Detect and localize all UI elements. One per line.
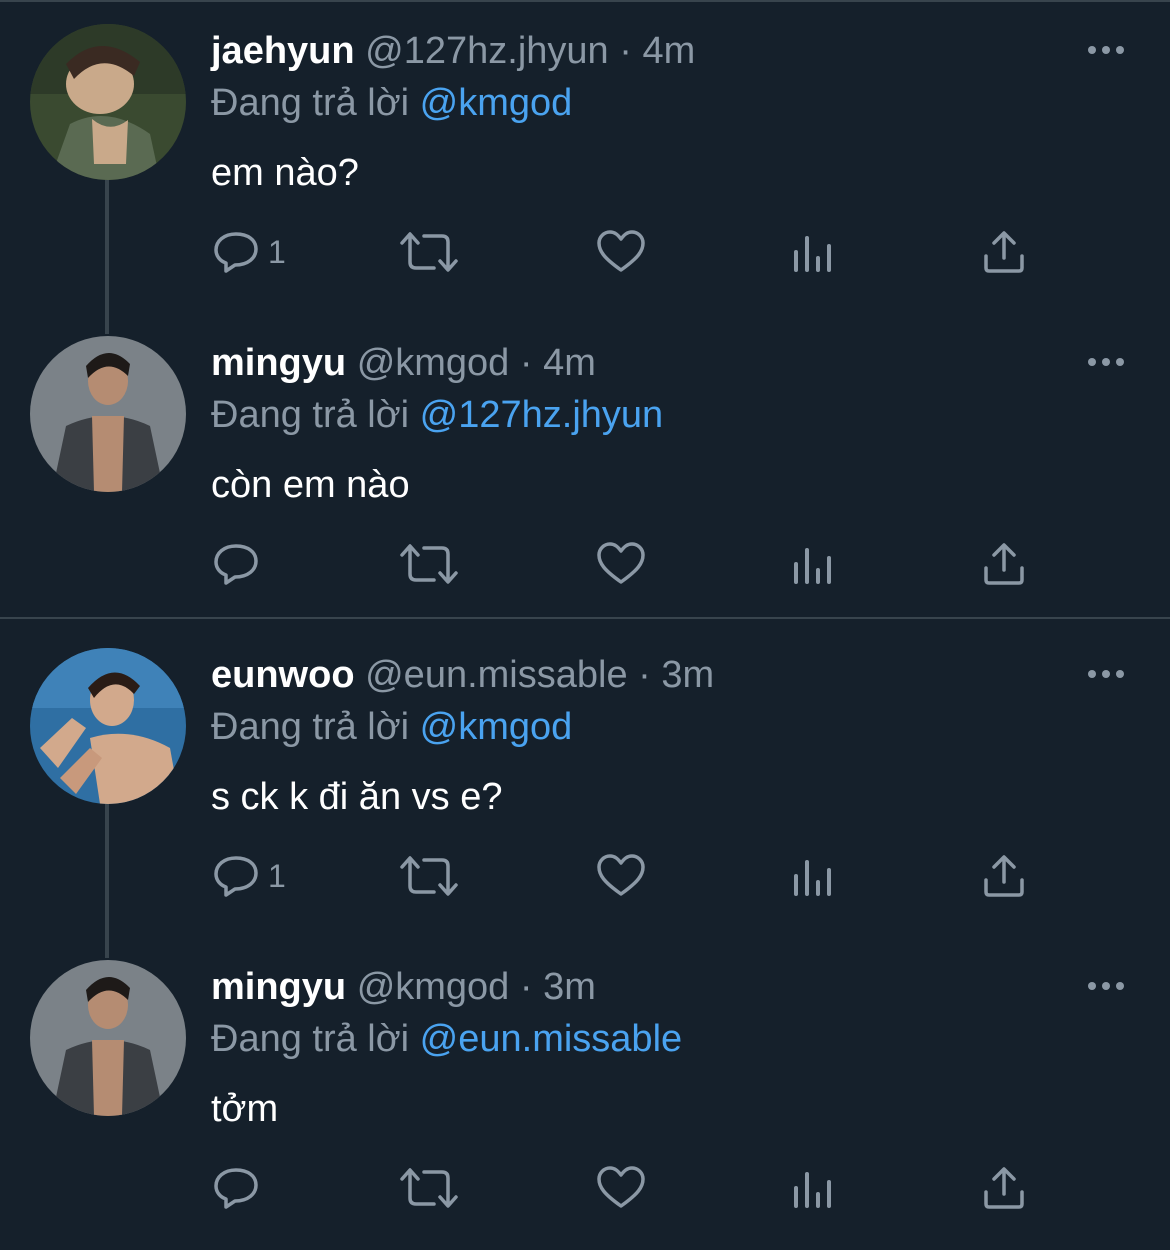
reply-icon [212,852,260,900]
like-button[interactable] [596,840,646,912]
like-button[interactable] [596,1152,646,1224]
display-name[interactable]: mingyu [211,966,346,1008]
more-icon[interactable] [1086,354,1126,370]
separator-dot: · [638,654,651,696]
tweet[interactable]: eunwoo @eun.missable · 3m Đang trả lời @… [0,626,1170,938]
display-name[interactable]: jaehyun [211,30,355,72]
tweet-header: mingyu @kmgod · 3m [211,964,596,1010]
more-icon[interactable] [1086,42,1126,58]
tweet-text: em nào? [211,152,359,194]
mention-link[interactable]: @127hz.jhyun [420,394,664,436]
reply-icon [212,540,260,588]
share-button[interactable] [982,840,1026,912]
thread-divider [0,617,1170,619]
retweet-icon [400,540,458,588]
replying-to: Đang trả lời @kmgod [211,80,572,126]
action-bar: 1 [0,840,1170,912]
display-name[interactable]: mingyu [211,342,346,384]
reply-button[interactable] [212,528,268,600]
user-handle[interactable]: @127hz.jhyun [365,30,609,72]
timestamp[interactable]: 4m [642,30,695,72]
share-icon [982,1164,1026,1212]
reply-button[interactable]: 1 [212,216,286,288]
share-icon [982,228,1026,276]
analytics-button[interactable] [792,840,834,912]
analytics-icon [792,228,834,276]
like-button[interactable] [596,528,646,600]
tweet-text: s ck k đi ăn vs e? [211,776,503,818]
analytics-button[interactable] [792,528,834,600]
tweet-header: jaehyun @127hz.jhyun · 4m [211,28,695,74]
replying-prefix: Đang trả lời [211,82,410,124]
user-handle[interactable]: @eun.missable [365,654,627,696]
reply-button[interactable] [212,1152,268,1224]
share-button[interactable] [982,528,1026,600]
display-name[interactable]: eunwoo [211,654,355,696]
retweet-icon [400,228,458,276]
tweet[interactable]: mingyu @kmgod · 3m Đang trả lời @eun.mis… [0,938,1170,1250]
reply-icon [212,1164,260,1212]
share-icon [982,540,1026,588]
timestamp[interactable]: 3m [661,654,714,696]
analytics-icon [792,852,834,900]
like-button[interactable] [596,216,646,288]
retweet-icon [400,852,458,900]
replying-to: Đang trả lời @127hz.jhyun [211,392,663,438]
reply-count: 1 [268,234,286,270]
retweet-icon [400,1164,458,1212]
retweet-button[interactable] [400,840,458,912]
user-handle[interactable]: @kmgod [357,966,510,1008]
tweet-text: tởm [211,1088,279,1130]
replying-to: Đang trả lời @eun.missable [211,1016,682,1062]
mention-link[interactable]: @kmgod [420,82,573,124]
separator-dot: · [519,966,533,1008]
replying-to: Đang trả lời @kmgod [211,704,572,750]
replying-prefix: Đang trả lời [211,1018,410,1060]
action-bar [0,528,1170,600]
tweet[interactable]: mingyu @kmgod · 4m Đang trả lời @127hz.j… [0,314,1170,626]
avatar[interactable] [30,960,186,1116]
user-handle[interactable]: @kmgod [357,342,510,384]
tweet-text: còn em nào [211,464,410,506]
avatar[interactable] [30,648,186,804]
replying-prefix: Đang trả lời [211,706,410,748]
mention-link[interactable]: @eun.missable [420,1018,682,1060]
action-bar [0,1152,1170,1224]
timestamp[interactable]: 3m [543,966,596,1008]
tweet[interactable]: jaehyun @127hz.jhyun · 4m Đang trả lời @… [0,2,1170,314]
retweet-button[interactable] [400,528,458,600]
like-icon [596,852,646,900]
reply-icon [212,228,260,276]
analytics-button[interactable] [792,216,834,288]
action-bar: 1 [0,216,1170,288]
separator-dot: · [519,342,533,384]
retweet-button[interactable] [400,1152,458,1224]
tweet-header: eunwoo @eun.missable · 3m [211,652,714,698]
mention-link[interactable]: @kmgod [420,706,573,748]
avatar[interactable] [30,24,186,180]
analytics-icon [792,540,834,588]
analytics-button[interactable] [792,1152,834,1224]
analytics-icon [792,1164,834,1212]
avatar[interactable] [30,336,186,492]
reply-count: 1 [268,858,286,894]
timestamp[interactable]: 4m [543,342,596,384]
share-button[interactable] [982,1152,1026,1224]
replying-prefix: Đang trả lời [211,394,410,436]
like-icon [596,540,646,588]
more-icon[interactable] [1086,666,1126,682]
more-icon[interactable] [1086,978,1126,994]
share-button[interactable] [982,216,1026,288]
like-icon [596,1164,646,1212]
retweet-button[interactable] [400,216,458,288]
like-icon [596,228,646,276]
tweet-header: mingyu @kmgod · 4m [211,340,596,386]
separator-dot: · [619,30,632,72]
reply-button[interactable]: 1 [212,840,286,912]
share-icon [982,852,1026,900]
